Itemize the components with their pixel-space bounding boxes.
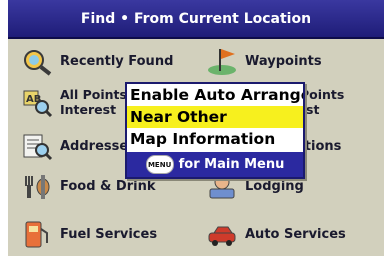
menu-key-icon: MENU bbox=[145, 155, 174, 174]
find-page: Find • From Current Location Recently Fo… bbox=[8, 0, 384, 256]
menu-item-label: Lodging bbox=[245, 178, 304, 194]
menu-item-fuel-services[interactable]: Fuel Services bbox=[20, 216, 157, 252]
auto-services-icon bbox=[205, 218, 239, 250]
menu-item-label: Waypoints bbox=[245, 53, 322, 69]
menu-item-recently-found[interactable]: Recently Found bbox=[20, 43, 173, 79]
food-drink-icon bbox=[20, 170, 54, 202]
fuel-pump-icon bbox=[20, 218, 54, 250]
menu-item-label: Food & Drink bbox=[60, 178, 156, 194]
popup-footer-text: for Main Menu bbox=[178, 157, 285, 172]
addresses-icon bbox=[20, 130, 54, 162]
menu-item-label: Auto Services bbox=[245, 226, 346, 242]
menu-item-label: Fuel Services bbox=[60, 226, 158, 242]
waypoints-flag-icon bbox=[205, 45, 239, 77]
popup-option-map-information[interactable]: Map Information bbox=[127, 128, 303, 150]
menu-item-auto-services[interactable]: Auto Services bbox=[205, 216, 346, 252]
page-title-bar: Find • From Current Location bbox=[8, 0, 384, 39]
popup-footer: MENU for Main Menu bbox=[127, 152, 303, 177]
popup-option-enable-auto-arrange[interactable]: Enable Auto Arrange bbox=[127, 84, 303, 106]
device-screen: Find • From Current Location Recently Fo… bbox=[0, 0, 386, 256]
menu-item-waypoints[interactable]: Waypoints bbox=[205, 43, 322, 79]
page-title: Find • From Current Location bbox=[80, 10, 312, 27]
menu-item-label: Recently Found bbox=[60, 53, 174, 69]
options-popup-menu: Enable Auto Arrange Near Other Map Infor… bbox=[125, 82, 305, 179]
popup-option-near-other[interactable]: Near Other bbox=[127, 106, 303, 128]
all-poi-icon: AB bbox=[20, 86, 54, 118]
menu-item-addresses[interactable]: Addresses bbox=[20, 128, 136, 164]
recently-found-icon bbox=[20, 45, 54, 77]
